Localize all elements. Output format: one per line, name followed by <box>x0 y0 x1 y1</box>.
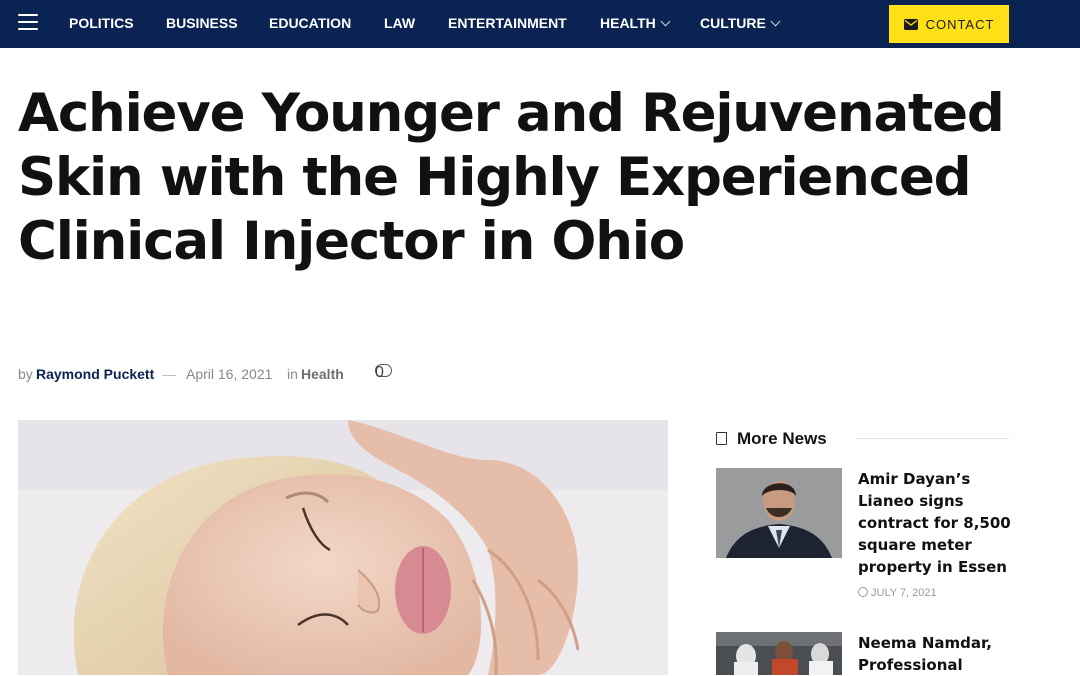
sidebar-heading: More News <box>716 428 1009 450</box>
author-link[interactable]: Raymond Puckett <box>36 366 154 382</box>
contact-label: CONTACT <box>925 16 995 32</box>
divider <box>856 438 1009 439</box>
chevron-down-icon <box>770 16 781 27</box>
article-title: Achieve Younger and Rejuvenated Skin wit… <box>18 83 1005 272</box>
nav-item-business[interactable]: BUSINESS <box>166 0 238 48</box>
envelope-icon <box>903 18 918 30</box>
hamburger-menu-icon[interactable] <box>18 14 38 32</box>
contact-button[interactable]: CONTACT <box>889 5 1009 43</box>
sidebar-heading-text: More News <box>737 429 827 448</box>
nav-label: ENTERTAINMENT <box>448 15 567 31</box>
post-date: April 16, 2021 <box>186 366 273 382</box>
in-label: in <box>287 366 298 382</box>
main-nav: POLITICS BUSINESS EDUCATION LAW ENTERTAI… <box>0 0 1080 48</box>
nav-item-entertainment[interactable]: ENTERTAINMENT <box>448 0 567 48</box>
nav-item-law[interactable]: LAW <box>384 0 415 48</box>
news-date: JULY 7, 2021 <box>858 587 937 599</box>
news-thumbnail[interactable] <box>716 468 842 558</box>
chevron-down-icon <box>660 16 671 27</box>
nav-item-politics[interactable]: POLITICS <box>69 0 134 48</box>
nav-label: CULTURE <box>700 15 766 31</box>
featured-image <box>18 420 668 675</box>
nav-label: BUSINESS <box>166 15 238 31</box>
nav-label: EDUCATION <box>269 15 352 31</box>
nav-label: LAW <box>384 15 416 31</box>
news-date-text: JULY 7, 2021 <box>871 587 937 599</box>
document-icon <box>716 432 727 445</box>
clock-icon <box>858 587 868 598</box>
nav-item-health[interactable]: HEALTH <box>600 0 671 48</box>
by-label: by <box>18 366 33 382</box>
nav-item-culture[interactable]: CULTURE <box>700 0 781 48</box>
meta-separator: — <box>162 366 176 382</box>
comment-count: 0 <box>375 364 384 381</box>
news-title[interactable]: Neema Namdar, Professional <box>858 632 1018 676</box>
news-title[interactable]: Amir Dayan’s Lianeo signs contract for 8… <box>858 468 1018 578</box>
news-thumbnail[interactable] <box>716 632 842 675</box>
category-link[interactable]: Health <box>301 366 344 382</box>
nav-label: HEALTH <box>600 15 656 31</box>
nav-item-education[interactable]: EDUCATION <box>269 0 351 48</box>
nav-label: POLITICS <box>69 15 134 31</box>
